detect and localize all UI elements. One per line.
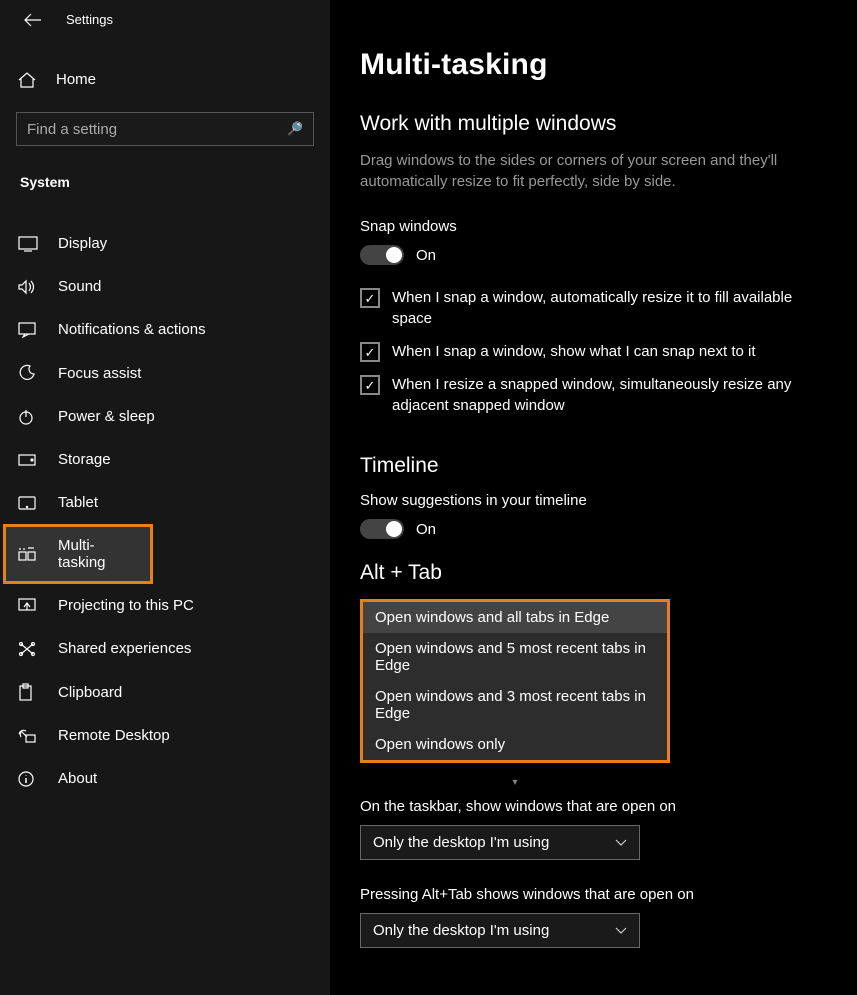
home-icon: [18, 72, 40, 88]
back-button[interactable]: [24, 13, 42, 27]
display-icon: [18, 236, 40, 252]
sidebar-item-label: Tablet: [58, 494, 98, 511]
search-box[interactable]: 🔍: [16, 112, 314, 146]
alttab-dropdown[interactable]: Open windows and all tabs in Edge Open w…: [360, 599, 670, 763]
checkbox-label: When I snap a window, show what I can sn…: [392, 341, 756, 362]
category-label: System: [0, 146, 330, 202]
sidebar-item-label: Focus assist: [58, 365, 141, 382]
snap-windows-label: Snap windows: [360, 218, 829, 235]
tablet-icon: [18, 496, 40, 510]
sidebar-item-focus-assist[interactable]: Focus assist: [0, 351, 330, 395]
notifications-icon: [18, 322, 40, 338]
sidebar-item-about[interactable]: About: [0, 757, 330, 800]
remote-desktop-icon: [18, 728, 40, 744]
section-title-timeline: Timeline: [360, 454, 829, 478]
taskbar-windows-dropdown[interactable]: Only the desktop I'm using: [360, 825, 640, 860]
checkbox-resize-fill[interactable]: ✓: [360, 288, 380, 308]
home-nav[interactable]: Home: [0, 61, 330, 98]
sidebar-item-clipboard[interactable]: Clipboard: [0, 670, 330, 714]
sidebar-item-shared-experiences[interactable]: Shared experiences: [0, 627, 330, 670]
alttab-windows-dropdown[interactable]: Only the desktop I'm using: [360, 913, 640, 948]
dropdown-option[interactable]: Open windows and 5 most recent tabs in E…: [363, 633, 667, 681]
sidebar-item-label: Multi-tasking: [58, 537, 135, 571]
dropdown-value: Only the desktop I'm using: [373, 834, 549, 851]
sidebar-item-storage[interactable]: Storage: [0, 438, 330, 481]
taskbar-windows-label: On the taskbar, show windows that are op…: [360, 798, 829, 815]
sidebar-item-label: Shared experiences: [58, 640, 191, 657]
timeline-suggestions-toggle[interactable]: [360, 519, 404, 539]
sidebar-item-label: About: [58, 770, 97, 787]
dropdown-option[interactable]: Open windows only: [363, 729, 667, 760]
chevron-down-icon: [615, 927, 627, 935]
clipboard-icon: [18, 683, 40, 701]
projecting-icon: [18, 598, 40, 614]
sidebar-item-label: Storage: [58, 451, 111, 468]
chevron-down-icon: [615, 839, 627, 847]
timeline-suggestions-label: Show suggestions in your timeline: [360, 492, 829, 509]
sidebar-item-label: Power & sleep: [58, 408, 155, 425]
sidebar-item-power-sleep[interactable]: Power & sleep: [0, 395, 330, 438]
sidebar-item-notifications[interactable]: Notifications & actions: [0, 308, 330, 351]
dropdown-value: Only the desktop I'm using: [373, 922, 549, 939]
app-title: Settings: [66, 12, 113, 27]
dropdown-option[interactable]: Open windows and all tabs in Edge: [363, 602, 667, 633]
checkbox-label: When I snap a window, automatically resi…: [392, 287, 820, 329]
storage-icon: [18, 454, 40, 466]
snap-windows-toggle[interactable]: [360, 245, 404, 265]
obscured-content: ▾: [360, 777, 670, 788]
timeline-suggestions-state: On: [416, 521, 436, 538]
checkbox-show-snap-next[interactable]: ✓: [360, 342, 380, 362]
sidebar-item-multitasking[interactable]: Multi-tasking: [3, 524, 153, 584]
focus-assist-icon: [18, 364, 40, 382]
checkbox-resize-adjacent[interactable]: ✓: [360, 375, 380, 395]
checkbox-label: When I resize a snapped window, simultan…: [392, 374, 820, 416]
home-label: Home: [56, 71, 96, 88]
sidebar-item-remote-desktop[interactable]: Remote Desktop: [0, 714, 330, 757]
sidebar-item-label: Projecting to this PC: [58, 597, 194, 614]
about-icon: [18, 771, 40, 787]
multitasking-icon: [18, 547, 40, 561]
shared-icon: [18, 641, 40, 657]
sidebar-item-projecting[interactable]: Projecting to this PC: [0, 584, 330, 627]
search-icon: 🔍: [287, 121, 303, 137]
snap-windows-state: On: [416, 247, 436, 264]
sidebar-item-label: Notifications & actions: [58, 321, 206, 338]
sidebar-item-display[interactable]: Display: [0, 222, 330, 265]
dropdown-option[interactable]: Open windows and 3 most recent tabs in E…: [363, 681, 667, 729]
power-icon: [18, 409, 40, 425]
alttab-windows-label: Pressing Alt+Tab shows windows that are …: [360, 886, 829, 903]
sound-icon: [18, 279, 40, 295]
sidebar-item-tablet[interactable]: Tablet: [0, 481, 330, 524]
page-title: Multi-tasking: [360, 48, 829, 82]
search-input[interactable]: [27, 121, 287, 138]
sidebar-item-label: Clipboard: [58, 684, 122, 701]
section-title-alttab: Alt + Tab: [360, 561, 829, 585]
sidebar-item-sound[interactable]: Sound: [0, 265, 330, 308]
sidebar-item-label: Display: [58, 235, 107, 252]
sidebar-item-label: Sound: [58, 278, 101, 295]
section-title-windows: Work with multiple windows: [360, 112, 829, 136]
section-description: Drag windows to the sides or corners of …: [360, 150, 780, 192]
sidebar-item-label: Remote Desktop: [58, 727, 170, 744]
